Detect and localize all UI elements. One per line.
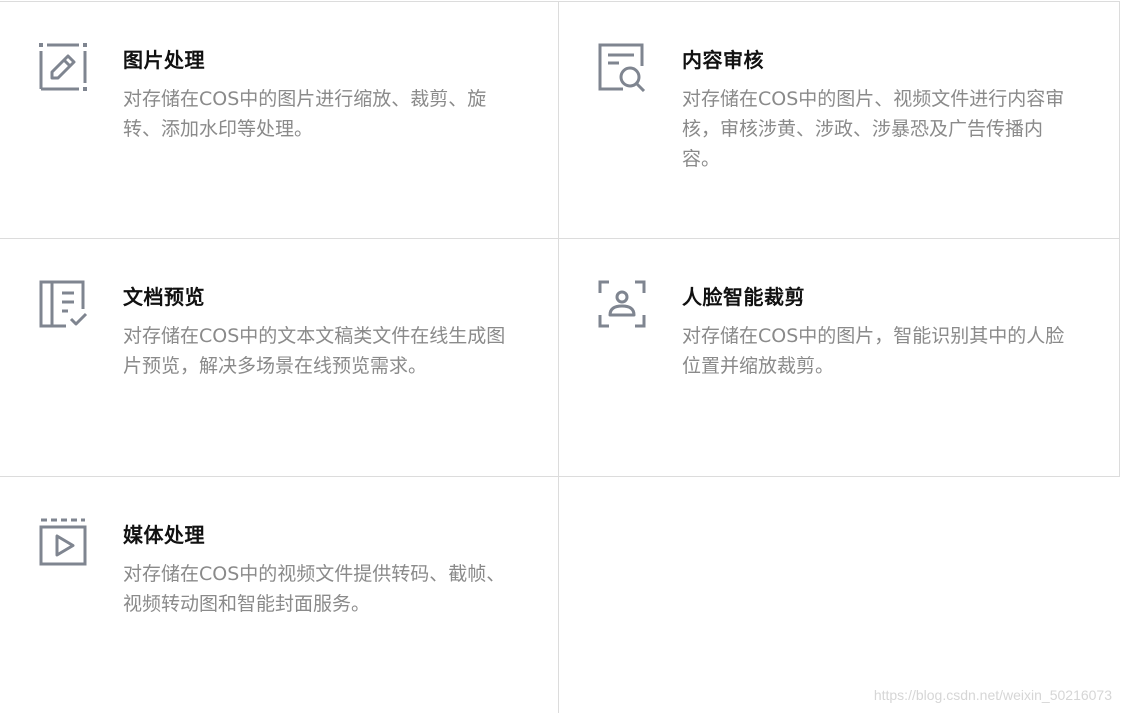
feature-title: 文档预览 [123,285,205,309]
feature-description: 对存储在COS中的图片、视频文件进行内容审核，审核涉黄、涉政、涉暴恐及广告传播内… [682,88,1065,170]
image-edit-icon [38,42,88,92]
feature-title: 图片处理 [123,48,205,72]
feature-description: 对存储在COS中的图片，智能识别其中的人脸位置并缩放裁剪。 [682,325,1065,377]
face-crop-icon [597,279,647,329]
feature-card-face-crop[interactable]: 人脸智能裁剪 对存储在COS中的图片，智能识别其中的人脸位置并缩放裁剪。 [559,239,1118,476]
media-play-icon [38,517,88,567]
feature-title: 人脸智能裁剪 [682,285,805,309]
document-preview-icon [38,279,88,329]
content-search-icon [597,42,647,92]
feature-description: 对存储在COS中的图片进行缩放、裁剪、旋转、添加水印等处理。 [123,88,487,140]
grid-line-right [1119,1,1120,477]
feature-grid: 图片处理 对存储在COS中的图片进行缩放、裁剪、旋转、添加水印等处理。 内容审核… [0,0,1122,713]
feature-description: 对存储在COS中的视频文件提供转码、截帧、视频转动图和智能封面服务。 [123,563,506,615]
feature-card-media-processing[interactable]: 媒体处理 对存储在COS中的视频文件提供转码、截帧、视频转动图和智能封面服务。 [0,477,559,714]
feature-card-image-processing[interactable]: 图片处理 对存储在COS中的图片进行缩放、裁剪、旋转、添加水印等处理。 [0,2,559,239]
watermark-text: https://blog.csdn.net/weixin_50216073 [873,687,1112,703]
feature-title: 媒体处理 [123,523,205,547]
feature-title: 内容审核 [682,48,764,72]
feature-card-document-preview[interactable]: 文档预览 对存储在COS中的文本文稿类文件在线生成图片预览，解决多场景在线预览需… [0,239,559,476]
feature-description: 对存储在COS中的文本文稿类文件在线生成图片预览，解决多场景在线预览需求。 [123,325,506,377]
feature-card-content-moderation[interactable]: 内容审核 对存储在COS中的图片、视频文件进行内容审核，审核涉黄、涉政、涉暴恐及… [559,2,1118,239]
